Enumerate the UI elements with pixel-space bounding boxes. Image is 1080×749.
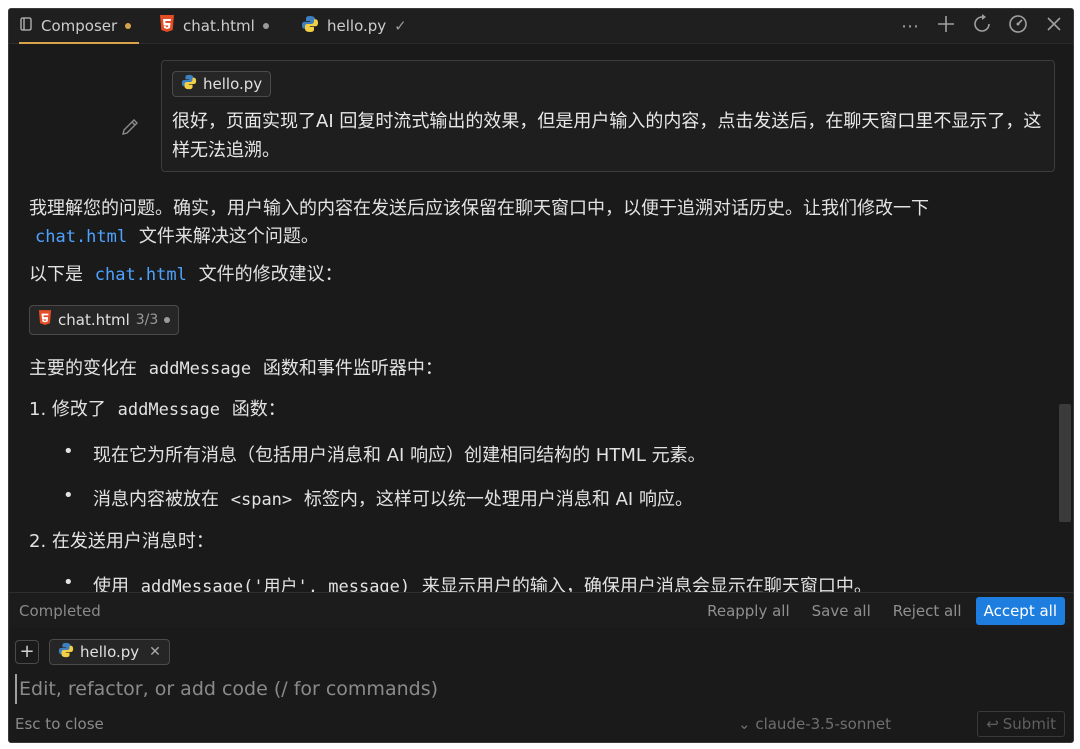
bullet-dot: • bbox=[63, 485, 74, 506]
modified-dot bbox=[262, 23, 269, 29]
text: 以下是 bbox=[29, 264, 83, 285]
tab-label: chat.html bbox=[183, 17, 255, 35]
status-bar: Completed Reapply all Save all Reject al… bbox=[9, 592, 1073, 629]
check-icon: ✓ bbox=[394, 17, 407, 35]
inline-code: chat.html bbox=[35, 227, 128, 247]
text: 文件来解决这个问题。 bbox=[138, 226, 319, 247]
scrollbar[interactable] bbox=[1059, 404, 1071, 522]
inline-code: <span> bbox=[230, 490, 293, 510]
pending-dot bbox=[164, 317, 171, 323]
text: 函数和事件监听器中： bbox=[262, 358, 443, 379]
status-actions: Reapply all Save all Reject all Accept a… bbox=[699, 597, 1065, 625]
text: 主要的变化在 bbox=[29, 358, 137, 379]
save-all-button[interactable]: Save all bbox=[804, 597, 879, 625]
remove-chip-icon[interactable]: ✕ bbox=[149, 644, 161, 660]
response-paragraph: 以下是 chat.html 文件的修改建议： bbox=[29, 261, 343, 289]
text: 我理解您的问题。确实，用户输入的内容在发送后应该保留在聊天窗口中，以便于追溯对话… bbox=[29, 198, 929, 219]
tab-composer[interactable]: Composer bbox=[19, 9, 139, 44]
composer-input[interactable] bbox=[15, 674, 721, 704]
list-item: 1. 修改了 addMessage 函数： bbox=[29, 396, 286, 424]
enter-icon: ↩ bbox=[986, 715, 999, 733]
user-message-text: 很好，页面实现了AI 回复时流式输出的效果，但是用户输入的内容，点击发送后，在聊… bbox=[172, 111, 1042, 161]
pencil-icon[interactable] bbox=[119, 116, 141, 142]
composer-input-area: + hello.py ✕ Esc to close ⌄ claude-3.5-s… bbox=[9, 628, 1073, 742]
submit-label: Submit bbox=[1002, 715, 1056, 733]
tab-label: Composer bbox=[41, 17, 118, 35]
chip-label: hello.py bbox=[80, 643, 140, 661]
text: 2. 在发送用户消息时： bbox=[29, 531, 214, 552]
list-item: 2. 在发送用户消息时： bbox=[29, 528, 214, 556]
text: 来显示用户的输入，确保用户消息会显示在聊天窗口中。 bbox=[421, 576, 872, 592]
bullet-dot: • bbox=[63, 572, 74, 592]
tab-label: hello.py bbox=[327, 17, 387, 35]
composer-icon bbox=[19, 17, 33, 35]
text: 函数： bbox=[231, 399, 286, 420]
model-name: claude-3.5-sonnet bbox=[755, 715, 891, 733]
status-label: Completed bbox=[19, 602, 101, 620]
text: 使用 addMessage('用户', message) 来显示用户的输入，确保… bbox=[93, 572, 872, 592]
bullet-dot: • bbox=[63, 441, 74, 462]
tab-actions: ⋯ bbox=[899, 9, 1065, 43]
response-paragraph: 主要的变化在 addMessage 函数和事件监听器中： bbox=[29, 355, 443, 383]
text: 消息内容被放在 <span> 标签内，这样可以统一处理用户消息和 AI 响应。 bbox=[93, 485, 693, 511]
plus-icon[interactable] bbox=[935, 15, 957, 38]
inline-code: addMessage bbox=[117, 400, 220, 420]
tab-bar: Composer chat.html hello.py ✓ ⋯ bbox=[9, 9, 1073, 44]
html5-icon bbox=[159, 15, 175, 37]
close-icon[interactable] bbox=[1043, 16, 1065, 37]
reapply-all-button[interactable]: Reapply all bbox=[699, 597, 798, 625]
unsaved-dot bbox=[125, 23, 132, 29]
file-chip[interactable]: hello.py bbox=[172, 71, 272, 97]
tab-chat-html[interactable]: chat.html bbox=[159, 9, 269, 43]
refresh-icon[interactable] bbox=[971, 13, 993, 39]
conversation-area[interactable]: hello.py 很好，页面实现了AI 回复时流式输出的效果，但是用户输入的内容… bbox=[9, 44, 1057, 592]
code-block-chip[interactable]: chat.html 3/3 bbox=[29, 305, 180, 335]
html5-icon bbox=[38, 310, 52, 330]
text: 文件的修改建议： bbox=[198, 264, 343, 285]
chevron-down-icon: ⌄ bbox=[737, 715, 751, 733]
add-context-button[interactable]: + bbox=[15, 640, 39, 664]
inline-code: addMessage bbox=[148, 359, 252, 379]
tab-hello-py[interactable]: hello.py ✓ bbox=[301, 9, 407, 43]
change-count: 3/3 bbox=[135, 312, 159, 328]
python-icon bbox=[58, 642, 74, 662]
reject-all-button[interactable]: Reject all bbox=[885, 597, 970, 625]
response-paragraph: 我理解您的问题。确实，用户输入的内容在发送后应该保留在聊天窗口中，以便于追溯对话… bbox=[29, 195, 1039, 251]
text: 消息内容被放在 bbox=[93, 489, 219, 510]
inline-code: addMessage('用户', message) bbox=[140, 577, 411, 592]
context-file-chip[interactable]: hello.py ✕ bbox=[49, 639, 170, 665]
submit-button[interactable]: ↩ Submit bbox=[977, 711, 1065, 737]
composer-window: Composer chat.html hello.py ✓ ⋯ hello.py… bbox=[8, 8, 1074, 743]
chip-label: chat.html bbox=[58, 311, 130, 329]
gauge-icon[interactable] bbox=[1007, 14, 1029, 39]
more-icon[interactable]: ⋯ bbox=[899, 16, 921, 37]
accept-all-button[interactable]: Accept all bbox=[975, 597, 1065, 625]
text: 现在它为所有消息（包括用户消息和 AI 响应）创建相同结构的 HTML 元素。 bbox=[93, 445, 706, 466]
python-icon bbox=[301, 15, 319, 37]
text: 使用 bbox=[93, 576, 129, 592]
esc-hint: Esc to close bbox=[15, 715, 104, 733]
user-message[interactable]: hello.py 很好，页面实现了AI 回复时流式输出的效果，但是用户输入的内容… bbox=[161, 60, 1055, 172]
text: 1. 修改了 bbox=[29, 399, 106, 420]
inline-code: chat.html bbox=[94, 265, 187, 285]
model-selector[interactable]: ⌄ claude-3.5-sonnet bbox=[738, 715, 891, 733]
text: 标签内，这样可以统一处理用户消息和 AI 响应。 bbox=[303, 489, 693, 510]
chip-label: hello.py bbox=[203, 75, 263, 93]
python-icon bbox=[181, 74, 197, 94]
